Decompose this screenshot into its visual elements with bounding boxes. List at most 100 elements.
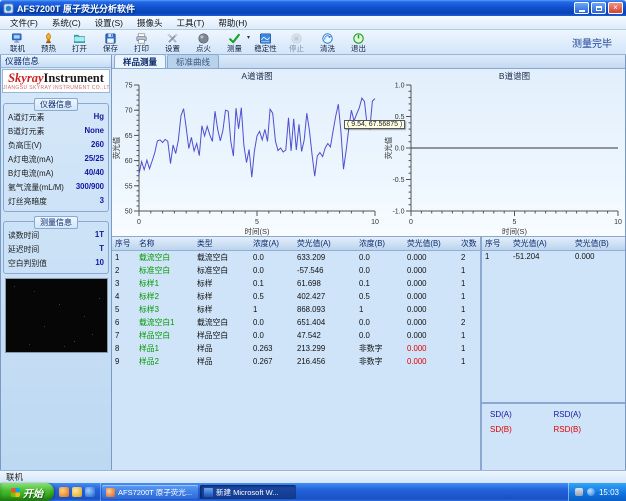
column-header[interactable]: 荧光值(A) [510,237,572,251]
menu-item-2[interactable]: 设置(S) [88,17,130,29]
column-header[interactable]: 类型 [194,237,250,251]
table-cell: 1 [458,355,482,368]
toolbar-button-2[interactable]: 打开 [64,31,95,54]
table-cell: 1 [482,251,510,263]
table-row[interactable]: 3标样1标样0.161.6980.10.0001 [112,277,482,290]
info-value: Hg [94,112,104,123]
table-cell: 0.0 [250,329,294,342]
tab-1[interactable]: 标准曲线 [167,54,219,68]
taskbar-task-0[interactable]: AFS7200T 原子荧光... [102,485,198,499]
table-cell: 载流空白 [194,251,250,265]
table-cell: 2 [458,316,482,329]
menu-item-1[interactable]: 系统(C) [45,17,88,29]
channel-a-chart[interactable]: A道谱图5055606570750510时间(S)荧光值 [112,69,384,237]
toolbar-button-1[interactable]: 预热 [33,31,64,54]
quick-launch-icon-3[interactable] [85,487,95,497]
toolbar-button-7[interactable]: 测量▾ [219,31,250,54]
toolbar-button-3[interactable]: 保存 [95,31,126,54]
minimize-button[interactable] [574,2,589,14]
group-title: 测量信息 [34,216,78,229]
info-row: 氩气流量(mL/M)300/900 [6,181,106,195]
sd-b-label: SD(B) [490,425,554,440]
column-header[interactable]: 序号 [482,237,510,251]
toolbar-button-8[interactable]: 稳定性 [250,31,281,54]
table-row[interactable]: 4标样2标样0.5402.4270.50.0001 [112,290,482,303]
toolbar-button-label: 预热 [41,45,56,53]
taskbar-task-1[interactable]: 新建 Microsoft W... [200,485,296,499]
table-cell: 标样3 [136,303,194,316]
table-cell: 2 [458,251,482,265]
column-header[interactable]: 荧光值(B) [572,237,625,251]
task-label: 新建 Microsoft W... [216,487,279,498]
table-row[interactable]: 7样品空白样品空白0.047.5420.00.0001 [112,329,482,342]
menu-item-0[interactable]: 文件(F) [3,17,45,29]
column-header[interactable]: 浓度(A) [250,237,294,251]
table-row[interactable]: 1-51.2040.000 [482,251,625,263]
brand-logo: SkyrayInstrument JIANGSU SKYRAY INSTRUME… [2,69,110,93]
table-row[interactable]: 6载流空白1载流空白0.0651.4040.00.0002 [112,316,482,329]
toolbar-button-label: 稳定性 [254,45,277,53]
table-cell: 样品2 [136,355,194,368]
column-header[interactable]: 荧光值(B) [404,237,458,251]
tray-icon-1[interactable] [575,488,583,496]
quick-launch-icon-2[interactable] [72,487,82,497]
table-cell: 标样1 [136,277,194,290]
toolbar-button-10[interactable]: 清洗 [312,31,343,54]
menu-item-3[interactable]: 摄像头 [130,17,170,29]
svg-text:50: 50 [125,209,133,216]
column-header[interactable]: 浓度(B) [356,237,404,251]
table-cell: 0.000 [572,251,625,263]
table-row[interactable]: 2标准空白标准空白0.0-57.5460.00.0001 [112,264,482,277]
tray-icon-2[interactable] [587,488,595,496]
column-header[interactable]: 名称 [136,237,194,251]
menu-item-4[interactable]: 工具(T) [170,17,212,29]
result-table-header: 序号荧光值(A)荧光值(B) [482,237,625,251]
task-icon [204,488,213,497]
instrument-sidebar: 仪器信息 SkyrayInstrument JIANGSU SKYRAY INS… [1,55,112,470]
table-cell: 6 [112,316,136,329]
toolbar-button-4[interactable]: 打印 [126,31,157,54]
column-header[interactable]: 荧光值(A) [294,237,356,251]
column-header[interactable]: 次数 [458,237,482,251]
measurement-status-text: 测量完毕 [572,35,612,50]
close-button[interactable]: × [608,2,623,14]
table-cell: 0.1 [250,277,294,290]
table-row[interactable]: 8样品1样品0.263213.299非数字0.0001 [112,342,482,355]
tray-clock: 15:03 [599,488,619,497]
table-row[interactable]: 1载流空白载流空白0.0633.2090.00.0002 [112,251,482,265]
table-cell: 样品1 [136,342,194,355]
svg-text:时间(S): 时间(S) [245,226,270,236]
menu-item-5[interactable]: 帮助(H) [211,17,254,29]
start-button[interactable]: 开始 [0,483,54,501]
toolbar-button-9[interactable]: 停止 [281,31,312,54]
toolbar-button-5[interactable]: 设置 [157,31,188,54]
info-row: 延迟时间T [6,243,106,257]
table-cell: 0.000 [404,251,458,265]
toolbar-button-label: 测量 [227,45,242,53]
info-value: None [85,126,105,137]
quick-launch-icon-1[interactable] [59,487,69,497]
table-cell: 载流空白 [136,251,194,265]
maximize-button[interactable] [591,2,606,14]
svg-text:荧光值: 荧光值 [384,136,393,159]
table-row[interactable]: 5标样3标样1868.09310.0001 [112,303,482,316]
statusbar: 联机 [0,470,626,483]
toolbar-button-11[interactable]: 退出 [343,31,374,54]
tab-0[interactable]: 样品测量 [114,54,166,68]
column-header[interactable]: 序号 [112,237,136,251]
exit-power-icon [352,32,365,45]
info-value: 1T [95,230,104,241]
info-value: 3 [100,196,104,207]
channel-b-chart[interactable]: B道谱图1.00.50.0-0.5-1.00510时间(S)荧光值 [384,69,626,237]
table-cell: 1 [458,329,482,342]
table-row[interactable]: 9样品2样品0.267216.456非数字0.0001 [112,355,482,368]
toolbar-button-0[interactable]: 联机 [2,31,33,54]
info-value: 40/40 [84,168,104,179]
toolbar-button-6[interactable]: 点火 [188,31,219,54]
rsd-a-label: RSD(A) [554,410,618,425]
info-value: 25/25 [84,154,104,165]
table-cell: 非数字 [356,342,404,355]
svg-text:60: 60 [125,158,133,165]
tab-bar: 样品测量标准曲线 [112,55,625,69]
table-cell: 标样 [194,277,250,290]
